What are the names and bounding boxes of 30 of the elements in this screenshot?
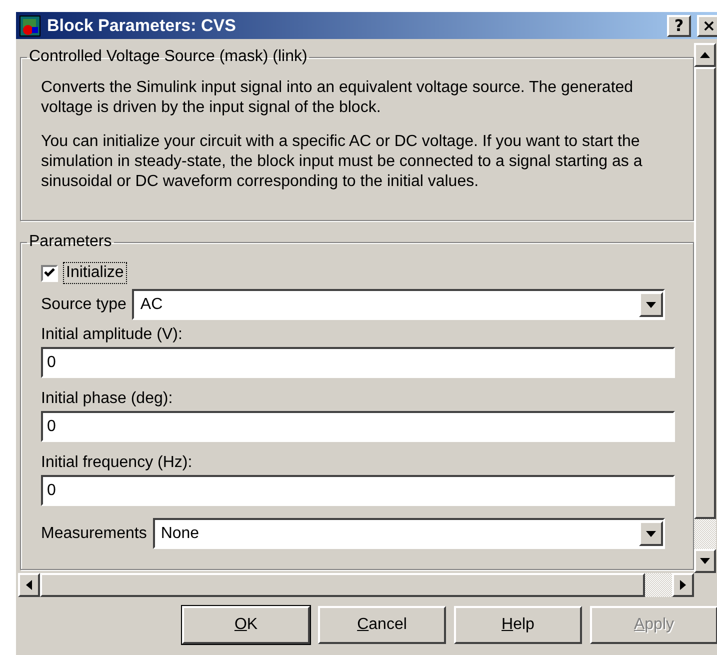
dropdown-label: Measurements <box>41 524 147 542</box>
field-label: Initial phase (deg): <box>41 390 174 408</box>
dropdown-arrow-icon <box>646 530 656 536</box>
scroll-left-icon <box>26 580 32 590</box>
dialog-button[interactable]: OK <box>182 606 310 644</box>
window-title: Block Parameters: CVS <box>47 16 237 36</box>
help-button[interactable]: ? <box>667 14 691 36</box>
field-label: Initial frequency (Hz): <box>41 454 194 472</box>
dropdown-label: Source type <box>41 296 126 314</box>
dropdown[interactable]: None <box>152 518 665 549</box>
dropdown[interactable]: AC <box>132 289 665 320</box>
dialog-button[interactable]: Help <box>454 606 582 644</box>
input-field[interactable]: 0 <box>41 347 675 378</box>
checkbox-label[interactable]: Initialize <box>64 263 126 283</box>
scroll-right-icon <box>680 580 686 590</box>
close-button[interactable]: × <box>697 14 717 36</box>
field-label: Initial amplitude (V): <box>41 326 184 344</box>
dialog-button[interactable]: Cancel <box>318 606 446 644</box>
input-field[interactable]: 0 <box>41 411 675 442</box>
group-title: Controlled Voltage Source (mask) (link) <box>28 48 308 66</box>
scroll-up-icon <box>700 52 710 58</box>
dropdown-arrow-icon <box>646 302 656 308</box>
block-icon <box>19 14 41 36</box>
group-title: Parameters <box>28 233 113 251</box>
input-field[interactable]: 0 <box>41 475 675 506</box>
check-icon <box>44 268 55 278</box>
description-text: Converts the Simulink input signal into an equivalent voltage source. The generated voltage is driven by the input signal of the block. <box>41 78 634 118</box>
description-text: You can initialize your circuit with a specific AC or DC voltage. If you want to start the simulation in steady-state, the block input must be connected to a signal starting as a sinusoidal or DC waveform corresponding to the initial values. <box>41 132 644 192</box>
initialize-checkbox[interactable] <box>41 264 58 282</box>
scroll-down-icon <box>700 558 710 564</box>
